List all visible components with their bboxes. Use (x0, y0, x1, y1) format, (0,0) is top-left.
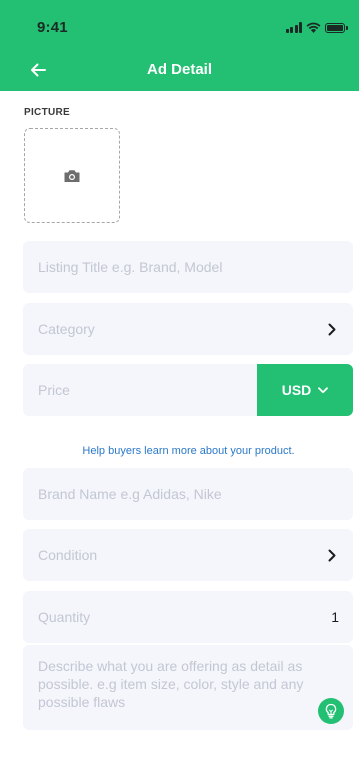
price-placeholder: Price (38, 382, 70, 398)
brand-name-field[interactable]: Brand Name e.g Adidas, Nike (23, 468, 353, 520)
wifi-icon (306, 22, 321, 33)
currency-label: USD (281, 382, 312, 398)
page-title: Ad Detail (146, 61, 212, 78)
category-select[interactable]: Category (23, 303, 353, 355)
category-placeholder: Category (38, 321, 95, 337)
tips-button[interactable] (318, 698, 344, 724)
quantity-field[interactable]: Quantity 1 (23, 591, 353, 643)
currency-select-button[interactable]: USD (257, 364, 353, 416)
quantity-placeholder: Quantity (38, 609, 91, 625)
lightbulb-icon (325, 703, 337, 719)
battery-icon (325, 22, 348, 33)
brand-placeholder: Brand Name e.g Adidas, Nike (38, 486, 222, 502)
quantity-value: 1 (331, 609, 339, 625)
camera-icon (64, 169, 80, 182)
description-placeholder: Describe what you are offering as detail… (38, 658, 304, 710)
price-field[interactable]: Price USD (23, 364, 353, 416)
status-time: 9:41 (37, 19, 68, 36)
cellular-signal-icon (285, 22, 302, 33)
chevron-right-icon (325, 548, 339, 562)
picture-label: PICTURE (24, 107, 70, 118)
header-bar: 9:41 Ad Detail (0, 0, 359, 91)
listing-title-placeholder: Listing Title e.g. Brand, Model (38, 259, 223, 275)
listing-title-field[interactable]: Listing Title e.g. Brand, Model (23, 241, 353, 293)
status-bar: 9:41 (0, 0, 359, 46)
status-icons (285, 22, 348, 33)
description-textarea[interactable]: Describe what you are offering as detail… (23, 645, 353, 730)
chevron-right-icon (325, 322, 339, 336)
chevron-down-icon (318, 386, 329, 393)
condition-placeholder: Condition (38, 547, 98, 563)
condition-select[interactable]: Condition (23, 529, 353, 581)
add-picture-button[interactable] (24, 128, 120, 223)
navigation-bar: Ad Detail (0, 50, 359, 90)
helper-text: Help buyers learn more about your produc… (82, 445, 295, 457)
